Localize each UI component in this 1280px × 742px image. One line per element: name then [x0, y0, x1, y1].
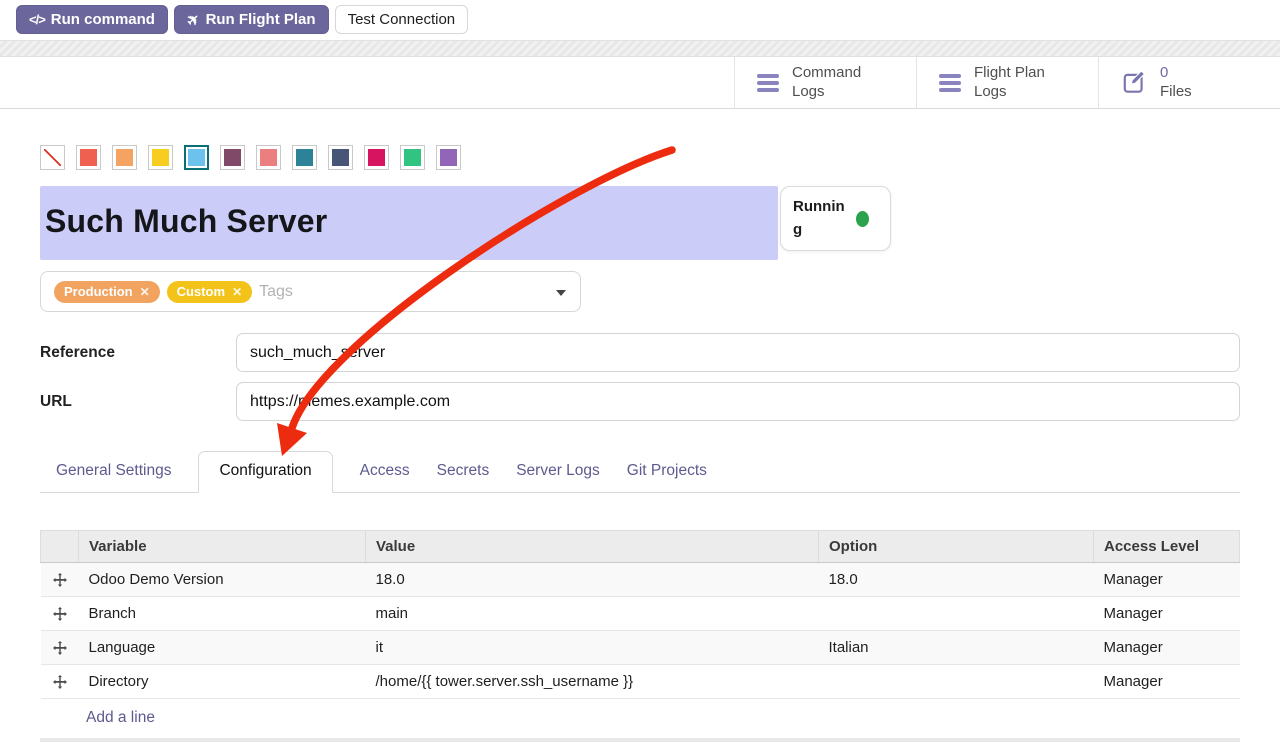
column-header-access-level[interactable]: Access Level: [1094, 531, 1240, 563]
color-swatch-salmon-pink[interactable]: [256, 145, 281, 170]
flight-plan-logs-button[interactable]: Flight Plan Logs: [916, 57, 1098, 108]
list-lines-icon: [939, 74, 961, 92]
status-card: Running: [780, 186, 891, 251]
status-label: Running: [793, 196, 848, 241]
tags-placeholder: Tags: [259, 283, 293, 301]
cell-value[interactable]: 18.0: [366, 563, 819, 597]
record-form: Such Much Server Running Production ✕ Cu…: [0, 145, 1280, 742]
color-swatch-orange[interactable]: [112, 145, 137, 170]
reference-label: Reference: [40, 344, 236, 362]
column-header-variable[interactable]: Variable: [79, 531, 366, 563]
cell-option[interactable]: [819, 597, 1094, 631]
color-palette: [40, 145, 1240, 170]
tag-label: Custom: [177, 284, 225, 299]
cell-variable[interactable]: Branch: [79, 597, 366, 631]
cell-access-level[interactable]: Manager: [1094, 665, 1240, 699]
cell-option[interactable]: [819, 665, 1094, 699]
url-row: URL: [40, 382, 1240, 421]
handle-column-header: [41, 531, 79, 563]
table-row[interactable]: Branch main Manager: [41, 597, 1240, 631]
command-logs-button[interactable]: Command Logs: [734, 57, 916, 108]
color-swatch-purple[interactable]: [436, 145, 461, 170]
add-a-line-link[interactable]: Add a line: [86, 709, 155, 726]
color-swatch-dark-blue[interactable]: [328, 145, 353, 170]
cell-value[interactable]: it: [366, 631, 819, 665]
plane-icon: ✈: [183, 9, 204, 31]
divider-strip: [0, 40, 1280, 57]
color-swatch-medium-blue[interactable]: [292, 145, 317, 170]
files-button[interactable]: 0 Files: [1098, 57, 1280, 108]
command-logs-label: Command Logs: [792, 64, 861, 102]
move-icon: [53, 573, 67, 587]
drag-handle[interactable]: [41, 665, 79, 699]
color-swatch-light-blue[interactable]: [184, 145, 209, 170]
edit-pencil-icon: [1121, 70, 1147, 96]
cell-variable[interactable]: Language: [79, 631, 366, 665]
run-command-button[interactable]: </> Run command: [16, 5, 168, 34]
action-toolbar: </> Run command ✈ Run Flight Plan Test C…: [0, 0, 1280, 40]
files-count: 0: [1160, 64, 1168, 81]
color-swatch-fuchsia[interactable]: [364, 145, 389, 170]
status-dot-icon: [856, 211, 869, 227]
chevron-down-icon[interactable]: [556, 290, 566, 296]
cell-access-level[interactable]: Manager: [1094, 597, 1240, 631]
table-header-row: Variable Value Option Access Level: [41, 531, 1240, 563]
tag-remove-icon[interactable]: ✕: [232, 285, 242, 299]
run-flight-plan-button[interactable]: ✈ Run Flight Plan: [174, 5, 329, 34]
cell-access-level[interactable]: Manager: [1094, 563, 1240, 597]
run-flight-plan-label: Run Flight Plan: [206, 11, 316, 28]
drag-handle[interactable]: [41, 563, 79, 597]
cell-variable[interactable]: Directory: [79, 665, 366, 699]
tab-secrets[interactable]: Secrets: [437, 452, 490, 492]
drag-handle[interactable]: [41, 631, 79, 665]
color-swatch-green[interactable]: [400, 145, 425, 170]
table-row[interactable]: Language it Italian Manager: [41, 631, 1240, 665]
flight-plan-logs-label: Flight Plan Logs: [974, 64, 1045, 102]
cell-option[interactable]: 18.0: [819, 563, 1094, 597]
color-swatch-dark-purple[interactable]: [220, 145, 245, 170]
code-icon: </>: [29, 12, 45, 27]
test-connection-button[interactable]: Test Connection: [335, 5, 469, 34]
reference-row: Reference: [40, 333, 1240, 372]
move-icon: [53, 641, 67, 655]
notebook-tabs: General Settings Configuration Access Se…: [40, 451, 1240, 493]
tab-git-projects[interactable]: Git Projects: [627, 452, 707, 492]
cell-option[interactable]: Italian: [819, 631, 1094, 665]
column-header-option[interactable]: Option: [819, 531, 1094, 563]
run-command-label: Run command: [51, 11, 155, 28]
table-row[interactable]: Directory /home/{{ tower.server.ssh_user…: [41, 665, 1240, 699]
configuration-table: Variable Value Option Access Level Odoo …: [40, 530, 1240, 699]
cell-value[interactable]: /home/{{ tower.server.ssh_username }}: [366, 665, 819, 699]
move-icon: [53, 607, 67, 621]
cell-access-level[interactable]: Manager: [1094, 631, 1240, 665]
cell-value[interactable]: main: [366, 597, 819, 631]
record-title[interactable]: Such Much Server: [40, 186, 778, 260]
add-line-row: Add a line: [40, 699, 1240, 739]
url-label: URL: [40, 393, 236, 411]
title-row: Such Much Server Running: [40, 186, 1240, 260]
tag-pill-production: Production ✕: [54, 281, 160, 303]
color-swatch-yellow[interactable]: [148, 145, 173, 170]
tab-configuration[interactable]: Configuration: [198, 451, 332, 493]
files-label: 0 Files: [1160, 64, 1192, 102]
test-connection-label: Test Connection: [348, 11, 456, 28]
cell-variable[interactable]: Odoo Demo Version: [79, 563, 366, 597]
tags-field[interactable]: Production ✕ Custom ✕ Tags: [40, 271, 581, 312]
header-band: Command Logs Flight Plan Logs 0 Files: [0, 57, 1280, 109]
tab-general-settings[interactable]: General Settings: [56, 452, 171, 492]
move-icon: [53, 675, 67, 689]
tag-label: Production: [64, 284, 133, 299]
tag-pill-custom: Custom ✕: [167, 281, 252, 303]
tag-remove-icon[interactable]: ✕: [140, 285, 150, 299]
list-lines-icon: [757, 74, 779, 92]
url-input[interactable]: [236, 382, 1240, 421]
color-swatch-no-color[interactable]: [40, 145, 65, 170]
column-header-value[interactable]: Value: [366, 531, 819, 563]
tab-server-logs[interactable]: Server Logs: [516, 452, 600, 492]
drag-handle[interactable]: [41, 597, 79, 631]
color-swatch-red[interactable]: [76, 145, 101, 170]
table-row[interactable]: Odoo Demo Version 18.0 18.0 Manager: [41, 563, 1240, 597]
tab-access[interactable]: Access: [360, 452, 410, 492]
reference-input[interactable]: [236, 333, 1240, 372]
